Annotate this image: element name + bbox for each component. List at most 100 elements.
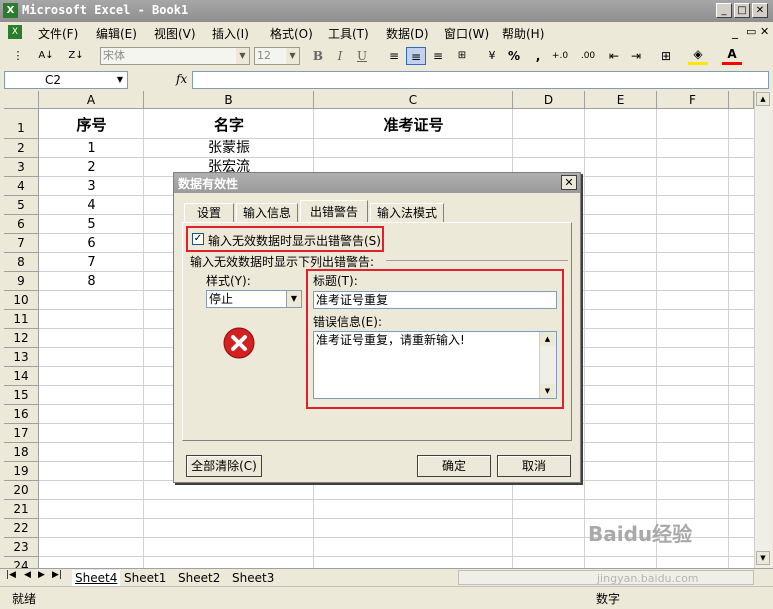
currency-icon[interactable]: ¥: [482, 47, 502, 65]
scroll-down-icon[interactable]: ▼: [540, 384, 555, 398]
italic-button[interactable]: I: [330, 47, 350, 65]
doc-close-icon[interactable]: ✕: [760, 25, 769, 38]
font-name-combo[interactable]: 宋体 ▼: [100, 47, 250, 65]
cell-c1[interactable]: 准考证号: [314, 111, 513, 139]
formula-input[interactable]: [192, 71, 769, 89]
decrease-decimal-button[interactable]: .00: [576, 47, 600, 65]
vertical-scrollbar[interactable]: ▲ ▼: [754, 91, 772, 568]
row-header[interactable]: 22: [4, 519, 39, 538]
font-size-combo[interactable]: 12 ▼: [254, 47, 300, 65]
name-box[interactable]: C2 ▼: [4, 71, 128, 89]
row-header[interactable]: 1: [4, 109, 39, 139]
comma-button[interactable]: ,: [528, 47, 548, 65]
menu-help[interactable]: 帮助(H): [502, 25, 544, 42]
merge-center-icon[interactable]: ⊞: [452, 47, 472, 65]
column-header-c[interactable]: C: [314, 91, 513, 109]
menu-tools[interactable]: 工具(T): [328, 25, 369, 42]
tab-ime-mode[interactable]: 输入法模式: [370, 203, 444, 222]
tab-error-alert[interactable]: 出错警告: [300, 200, 368, 223]
menu-insert[interactable]: 插入(I): [212, 25, 249, 42]
chevron-down-icon[interactable]: ▼: [286, 48, 299, 64]
last-sheet-icon[interactable]: ▶|: [52, 570, 62, 580]
cell-a1[interactable]: 序号: [39, 111, 144, 139]
column-header-g[interactable]: [729, 91, 754, 109]
scroll-up-icon[interactable]: ▲: [540, 332, 555, 346]
row-header[interactable]: 5: [4, 196, 39, 215]
row-header[interactable]: 18: [4, 443, 39, 462]
show-error-checkbox[interactable]: ✓: [192, 233, 204, 245]
row-header[interactable]: 17: [4, 424, 39, 443]
first-sheet-icon[interactable]: |◀: [6, 570, 16, 580]
cell-a7[interactable]: 6: [39, 234, 144, 253]
menu-file[interactable]: 文件(F): [38, 25, 78, 42]
column-header-d[interactable]: D: [513, 91, 585, 109]
tab-input-message[interactable]: 输入信息: [236, 203, 298, 222]
next-sheet-icon[interactable]: ▶: [38, 570, 45, 580]
row-header[interactable]: 20: [4, 481, 39, 500]
style-select[interactable]: 停止 ▼: [206, 290, 302, 308]
percent-button[interactable]: %: [504, 47, 524, 65]
doc-minimize-icon[interactable]: _: [732, 25, 738, 39]
row-header[interactable]: 10: [4, 291, 39, 310]
cell-b1[interactable]: 名字: [144, 111, 314, 139]
textarea-scrollbar[interactable]: ▲ ▼: [539, 332, 556, 398]
cell-a3[interactable]: 2: [39, 158, 144, 177]
show-error-label[interactable]: 输入无效数据时显示出错警告(S): [208, 232, 381, 249]
tab-sheet4[interactable]: Sheet4: [72, 570, 121, 586]
bold-button[interactable]: B: [308, 47, 328, 65]
tab-sheet1[interactable]: Sheet1: [124, 570, 166, 586]
chevron-down-icon[interactable]: ▼: [236, 48, 249, 64]
menu-format[interactable]: 格式(O): [270, 25, 313, 42]
toolbar-options-icon[interactable]: ⋮: [8, 47, 28, 65]
row-header[interactable]: 24: [4, 557, 39, 568]
underline-button[interactable]: U: [352, 47, 372, 65]
excel-app-icon[interactable]: X: [3, 3, 18, 18]
align-left-icon[interactable]: ≡: [384, 47, 404, 65]
row-header[interactable]: 3: [4, 158, 39, 177]
maximize-button[interactable]: □: [734, 3, 750, 18]
row-header[interactable]: 15: [4, 386, 39, 405]
row-header[interactable]: 21: [4, 500, 39, 519]
ok-button[interactable]: 确定: [417, 455, 491, 477]
menu-data[interactable]: 数据(D): [386, 25, 429, 42]
column-header-a[interactable]: A: [39, 91, 144, 109]
close-button[interactable]: ✕: [752, 3, 768, 18]
column-header-e[interactable]: E: [585, 91, 657, 109]
function-icon[interactable]: fx: [176, 72, 187, 86]
chevron-down-icon[interactable]: ▼: [286, 291, 301, 307]
fill-color-icon[interactable]: ◈: [688, 47, 708, 65]
scroll-down-icon[interactable]: ▼: [756, 551, 770, 565]
row-header[interactable]: 9: [4, 272, 39, 291]
row-header[interactable]: 11: [4, 310, 39, 329]
increase-decimal-button[interactable]: +.0: [548, 47, 572, 65]
row-header[interactable]: 23: [4, 538, 39, 557]
menu-window[interactable]: 窗口(W): [444, 25, 489, 42]
align-center-icon[interactable]: ≡: [406, 47, 426, 65]
doc-restore-icon[interactable]: ▭: [746, 25, 756, 38]
cell-a2[interactable]: 1: [39, 139, 144, 158]
tab-sheet3[interactable]: Sheet3: [232, 570, 274, 586]
tab-settings[interactable]: 设置: [184, 203, 234, 222]
align-right-icon[interactable]: ≡: [428, 47, 448, 65]
cell-b2[interactable]: 张蒙振: [144, 139, 314, 158]
row-header[interactable]: 2: [4, 139, 39, 158]
message-textarea[interactable]: 准考证号重复，请重新输入! ▲ ▼: [313, 331, 557, 399]
font-color-icon[interactable]: A: [722, 47, 742, 65]
row-header[interactable]: 13: [4, 348, 39, 367]
select-all-corner[interactable]: [4, 91, 39, 109]
row-header[interactable]: 14: [4, 367, 39, 386]
row-header[interactable]: 8: [4, 253, 39, 272]
tab-sheet2[interactable]: Sheet2: [178, 570, 220, 586]
prev-sheet-icon[interactable]: ◀: [24, 570, 31, 580]
cell-a8[interactable]: 7: [39, 253, 144, 272]
row-header[interactable]: 16: [4, 405, 39, 424]
row-header[interactable]: 19: [4, 462, 39, 481]
column-header-b[interactable]: B: [144, 91, 314, 109]
borders-icon[interactable]: ⊞: [656, 47, 676, 65]
workbook-icon[interactable]: X: [8, 25, 22, 39]
chevron-down-icon[interactable]: ▼: [117, 72, 123, 88]
minimize-button[interactable]: _: [716, 3, 732, 18]
cell-a9[interactable]: 8: [39, 272, 144, 291]
cell-a6[interactable]: 5: [39, 215, 144, 234]
sort-ascending-icon[interactable]: A↓: [36, 47, 56, 65]
